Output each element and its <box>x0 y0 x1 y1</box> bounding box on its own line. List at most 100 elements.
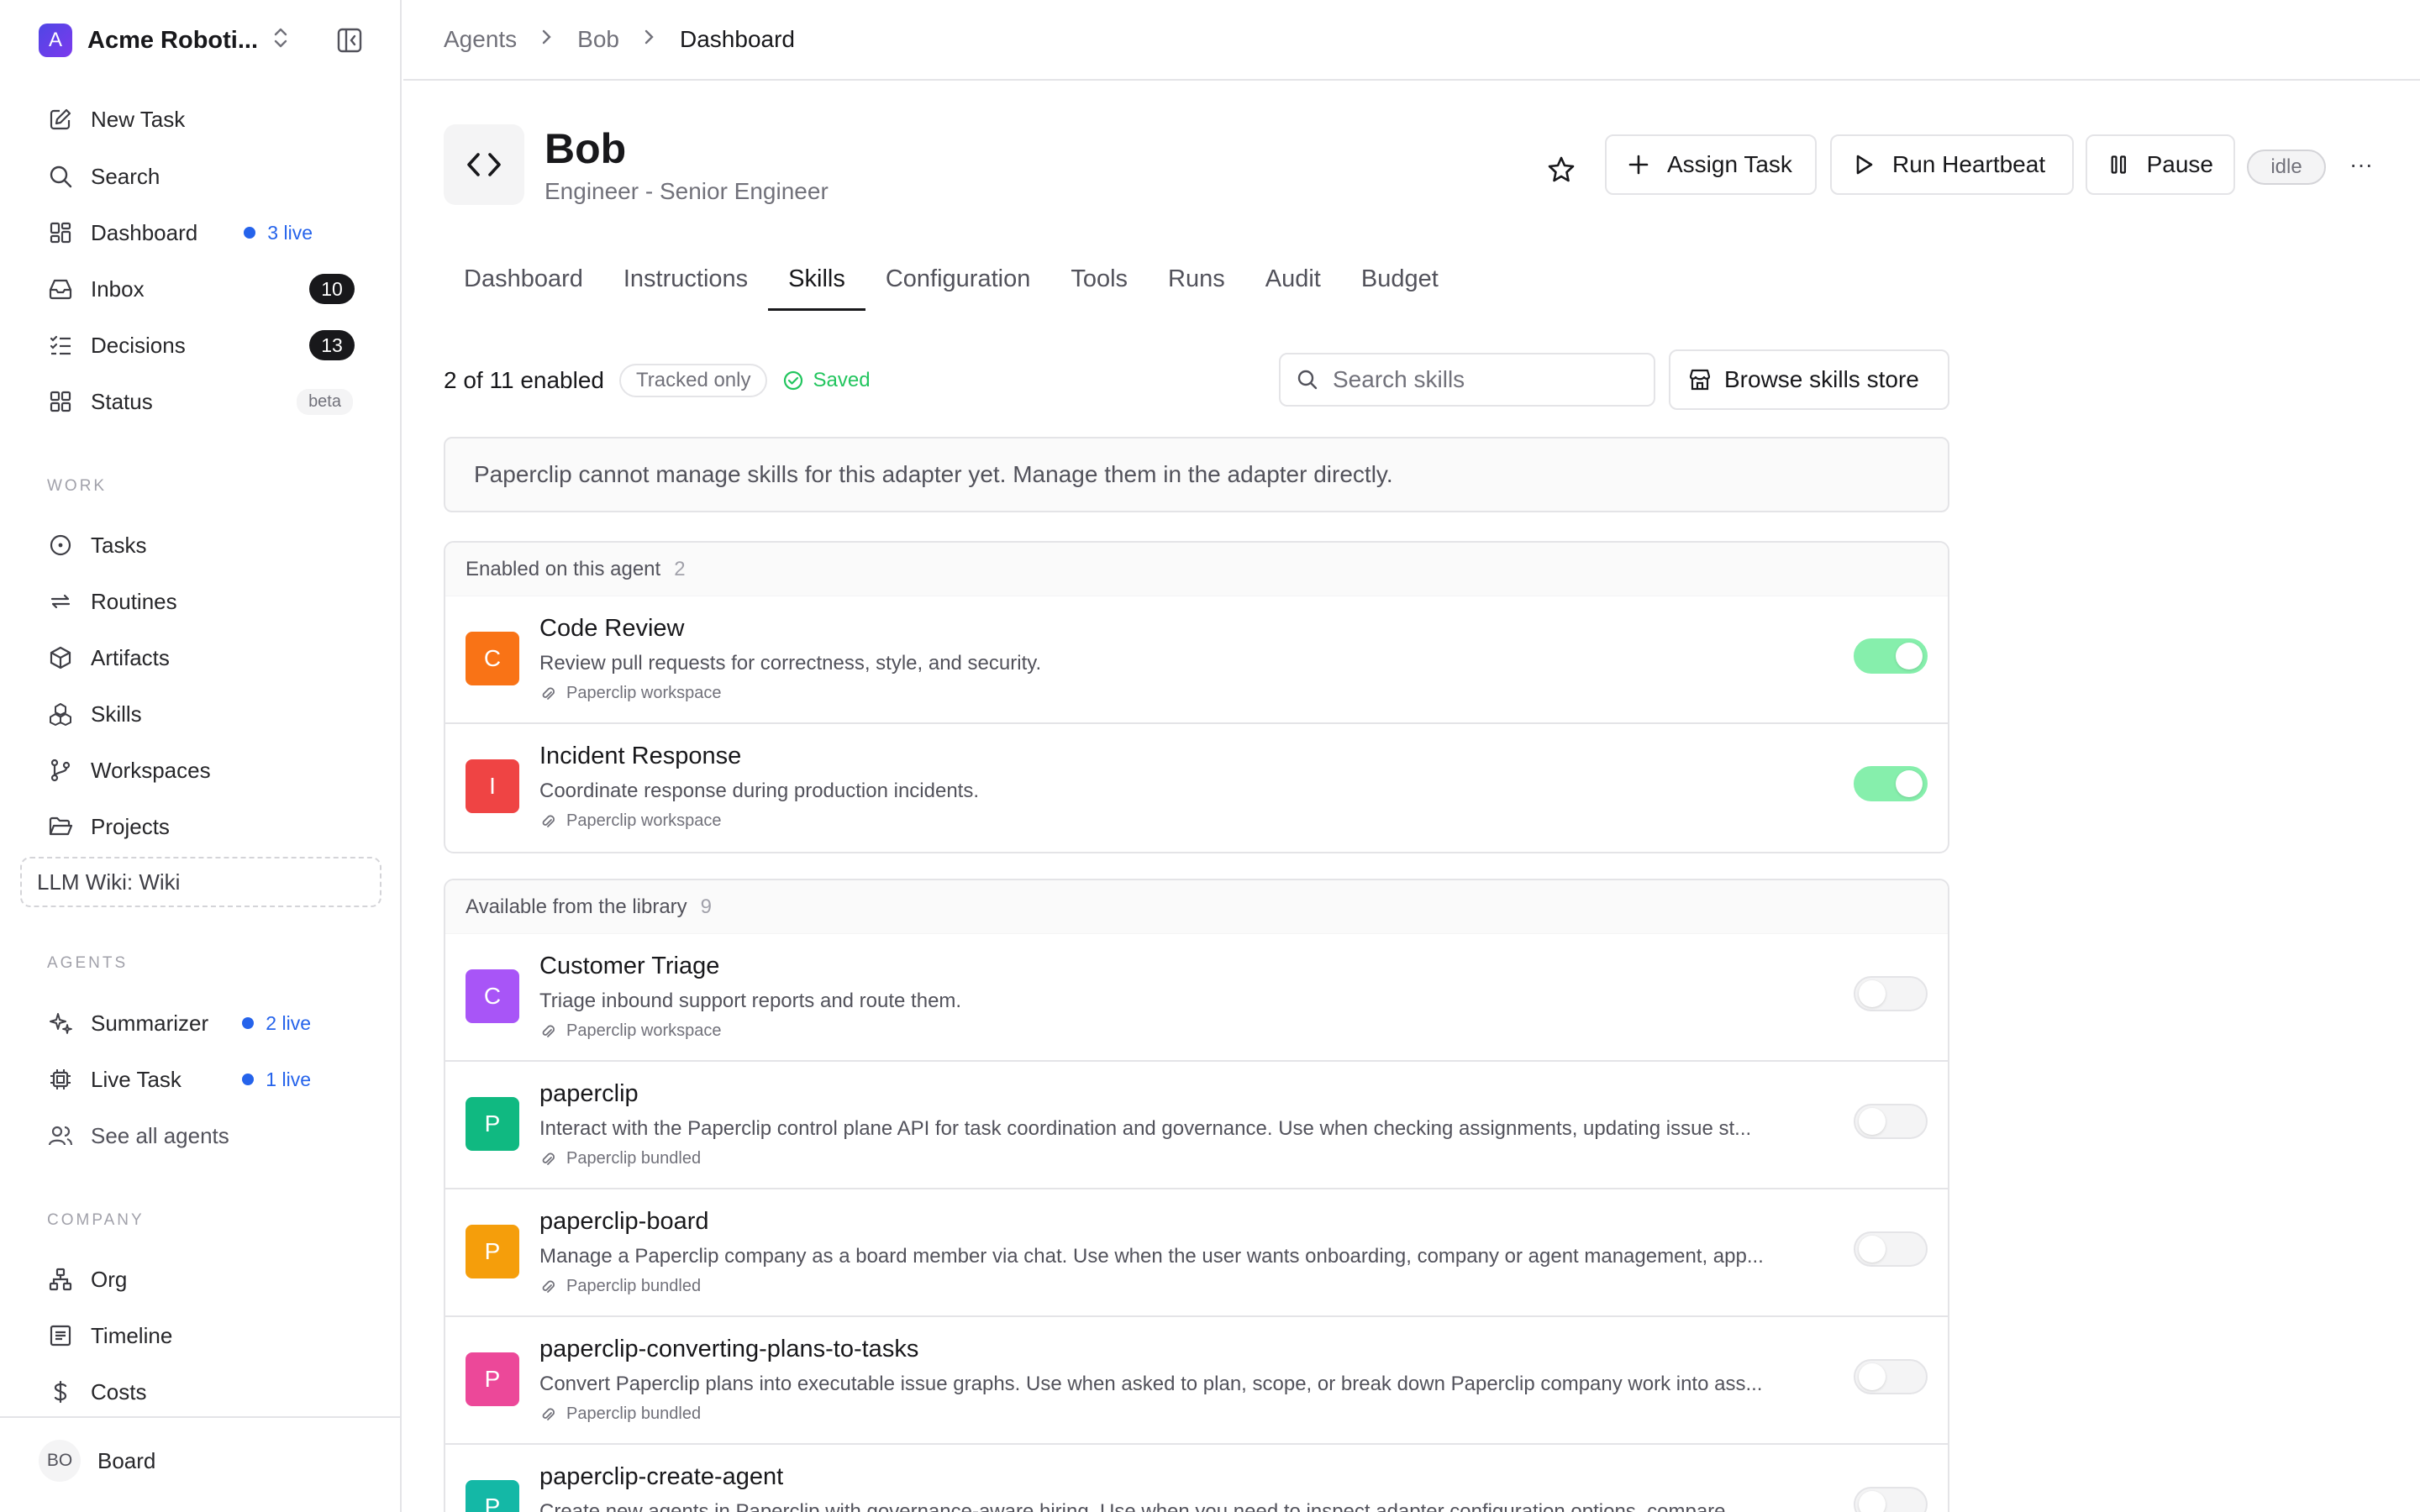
nav-timeline[interactable]: Timeline <box>47 1319 358 1352</box>
tracked-only-filter[interactable]: Tracked only <box>618 364 768 397</box>
sparkles-icon <box>47 1010 74 1037</box>
nav-search[interactable]: Search <box>47 160 358 193</box>
tab-configuration[interactable]: Configuration <box>865 259 1051 311</box>
skill-toggle[interactable] <box>1854 638 1928 674</box>
nav-projects[interactable]: Projects <box>47 810 358 843</box>
search-skills-field[interactable] <box>1279 353 1655 407</box>
skill-row: C Code Review Review pull requests for c… <box>445 596 1948 724</box>
skill-toggle[interactable] <box>1854 1487 1928 1512</box>
paperclip-icon <box>542 1152 555 1165</box>
nav-new-task[interactable]: New Task <box>47 102 358 136</box>
nav-agent-summarizer[interactable]: Summarizer 2 live <box>47 1006 358 1040</box>
tab-budget[interactable]: Budget <box>1341 259 1459 311</box>
skill-name: paperclip-create-agent <box>539 1463 784 1490</box>
paperclip-icon <box>542 815 555 827</box>
skill-source: Paperclip workspace <box>539 684 722 703</box>
skills-summary: 2 of 11 enabled Tracked only Saved <box>444 363 871 398</box>
skill-row: P paperclip-converting-plans-to-tasks Co… <box>445 1317 1948 1445</box>
checklist-icon <box>47 332 74 359</box>
paperclip-icon <box>542 687 555 700</box>
nav-decisions[interactable]: Decisions 13 <box>47 328 358 362</box>
run-heartbeat-button[interactable]: Run Heartbeat <box>1830 134 2074 195</box>
skill-description: Manage a Paperclip company as a board me… <box>539 1245 1764 1268</box>
nav-inbox[interactable]: Inbox 10 <box>47 272 358 306</box>
skill-row: P paperclip Interact with the Paperclip … <box>445 1062 1948 1189</box>
skill-avatar: P <box>466 1352 519 1406</box>
skill-toggle[interactable] <box>1854 1104 1928 1139</box>
skill-description: Convert Paperclip plans into executable … <box>539 1373 1763 1395</box>
skill-description: Interact with the Paperclip control plan… <box>539 1117 1752 1140</box>
paperclip-icon <box>542 1280 555 1293</box>
nav-dashboard[interactable]: Dashboard 3 live <box>47 216 358 249</box>
skill-toggle[interactable] <box>1854 1231 1928 1267</box>
skill-avatar: P <box>466 1225 519 1278</box>
enabled-count: 2 of 11 enabled <box>444 367 604 393</box>
nav-workspaces[interactable]: Workspaces <box>47 753 358 787</box>
group-header: Enabled on this agent 2 <box>445 543 1948 596</box>
more-options-icon[interactable]: ··· <box>2344 148 2378 181</box>
decisions-count-badge: 13 <box>309 330 355 360</box>
nav-routines[interactable]: Routines <box>47 585 358 618</box>
group-header: Available from the library 9 <box>445 880 1948 934</box>
skill-avatar: C <box>466 632 519 685</box>
skill-toggle[interactable] <box>1854 766 1928 801</box>
breadcrumb-bob[interactable]: Bob <box>577 26 619 53</box>
skill-avatar: P <box>466 1480 519 1512</box>
skill-description: Create new agents in Paperclip with gove… <box>539 1500 1743 1512</box>
status-badge: idle <box>2247 150 2326 185</box>
inbox-count-badge: 10 <box>309 274 355 304</box>
nav-artifacts[interactable]: Artifacts <box>47 641 358 675</box>
folder-open-icon <box>47 813 74 840</box>
chevron-right-icon <box>540 27 554 53</box>
skill-avatar: P <box>466 1097 519 1151</box>
summarizer-live-indicator: 2 live <box>242 1012 311 1035</box>
pause-button[interactable]: Pause <box>2086 134 2235 195</box>
live-dot <box>242 1017 255 1029</box>
nav-status[interactable]: Status beta <box>47 385 358 418</box>
skill-description: Coordinate response during production in… <box>539 780 979 802</box>
avatar[interactable]: BO <box>39 1440 81 1482</box>
chevron-up-down-icon <box>273 27 288 54</box>
company-switcher[interactable]: A Acme Roboti... <box>39 24 366 57</box>
browse-skills-store-button[interactable]: Browse skills store <box>1669 349 1949 410</box>
sidebar-collapse-icon[interactable] <box>336 27 365 54</box>
search-skills-input[interactable] <box>1333 366 1652 393</box>
tab-skills[interactable]: Skills <box>768 259 865 311</box>
status-grid-icon <box>47 388 74 415</box>
nav-tasks[interactable]: Tasks <box>47 528 358 562</box>
nav-see-all-agents[interactable]: See all agents <box>47 1119 358 1152</box>
skill-row: P paperclip-board Manage a Paperclip com… <box>445 1189 1948 1317</box>
tab-dashboard[interactable]: Dashboard <box>444 259 603 311</box>
nav-org[interactable]: Org <box>47 1263 358 1296</box>
page-title: Bob <box>544 125 627 172</box>
check-circle-icon <box>784 370 803 391</box>
breadcrumb-current: Dashboard <box>680 26 795 52</box>
tab-instructions[interactable]: Instructions <box>603 259 768 311</box>
paperclip-icon <box>542 1025 555 1037</box>
skill-source: Paperclip bundled <box>539 1404 701 1424</box>
tab-runs[interactable]: Runs <box>1148 259 1245 311</box>
section-label-company: COMPANY <box>47 1211 145 1229</box>
tab-tools[interactable]: Tools <box>1050 259 1148 311</box>
skill-name: Customer Triage <box>539 953 720 979</box>
llm-wiki-link[interactable]: LLM Wiki: Wiki <box>20 857 381 907</box>
skill-description: Review pull requests for correctness, st… <box>539 652 1042 675</box>
nav-agent-live-task[interactable]: Live Task 1 live <box>47 1063 358 1096</box>
toggle-knob <box>1896 770 1923 797</box>
board-label[interactable]: Board <box>97 1448 155 1474</box>
skill-toggle[interactable] <box>1854 976 1928 1011</box>
toggle-knob <box>1859 1236 1886 1263</box>
play-icon <box>1856 155 1873 175</box>
favorite-star-icon[interactable] <box>1539 148 1583 192</box>
toggle-knob <box>1896 643 1923 669</box>
boxes-icon <box>47 701 74 727</box>
nav-skills[interactable]: Skills <box>47 697 358 731</box>
agent-role: Engineer - Senior Engineer <box>544 178 829 204</box>
section-label-agents: AGENTS <box>47 954 129 972</box>
skill-row: I Incident Response Coordinate response … <box>445 724 1948 852</box>
assign-task-button[interactable]: Assign Task <box>1605 134 1817 195</box>
skill-toggle[interactable] <box>1854 1359 1928 1394</box>
breadcrumb-agents[interactable]: Agents <box>444 26 517 53</box>
nav-costs[interactable]: Costs <box>47 1375 358 1409</box>
tab-audit[interactable]: Audit <box>1245 259 1341 311</box>
